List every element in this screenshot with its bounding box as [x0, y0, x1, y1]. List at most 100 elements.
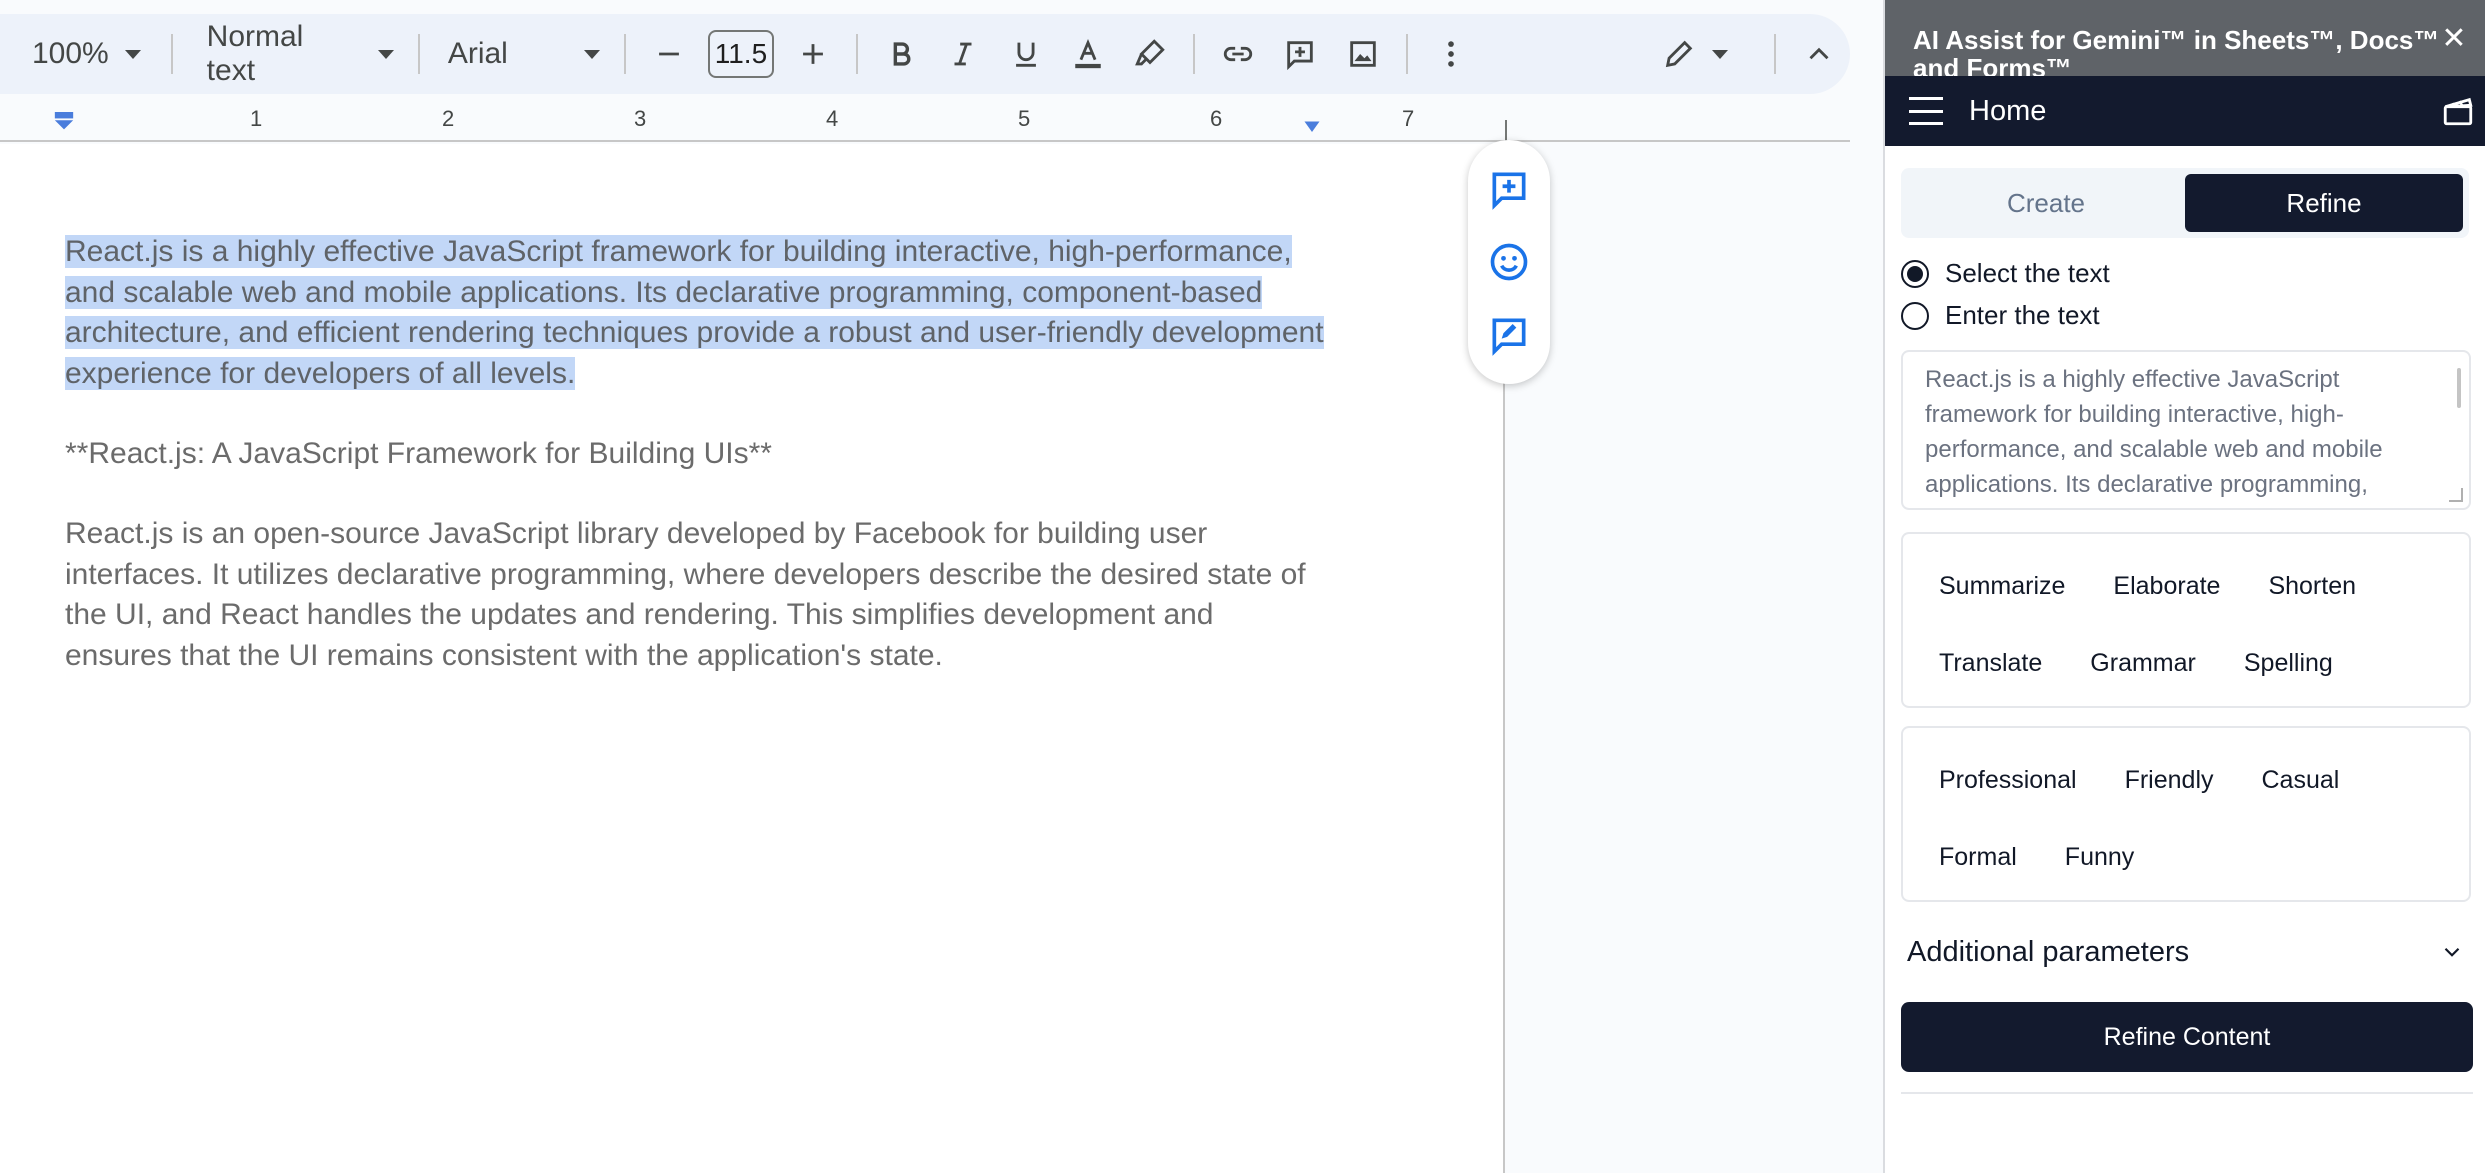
plus-icon — [803, 44, 823, 64]
toolbar-divider — [1405, 34, 1408, 74]
highlight-color-button[interactable] — [1123, 26, 1177, 82]
ruler-margin-end — [1505, 120, 1507, 142]
text-color-icon — [1075, 38, 1101, 69]
toolbar-divider — [856, 34, 859, 74]
right-indent-marker-icon[interactable] — [1300, 120, 1324, 138]
ruler-number: 2 — [442, 106, 455, 131]
add-comment-float-button[interactable] — [1481, 161, 1537, 217]
addon-side-panel: AI Assist for Gemini™ in Sheets™, Docs™ … — [1883, 0, 2485, 1173]
add-comment-icon — [1287, 41, 1314, 71]
radio-button-checked[interactable] — [1901, 259, 1929, 288]
italic-button[interactable] — [936, 26, 990, 82]
toolbar-divider — [170, 34, 173, 74]
formatting-toolbar: 100% Normal text Arial 11.5 — [0, 14, 1850, 94]
ruler-number: 4 — [826, 106, 839, 131]
paragraph-style-select[interactable]: Normal text — [207, 20, 394, 87]
screen: 100% Normal text Arial 11.5 1 2 3 4 5 6 … — [0, 0, 2485, 1173]
text-color-button[interactable] — [1061, 26, 1115, 82]
ruler-number: 7 — [1402, 106, 1415, 131]
tab-refine[interactable]: Refine — [2185, 174, 2463, 232]
action-elaborate[interactable]: Elaborate — [2095, 548, 2238, 625]
refine-content-button[interactable]: Refine Content — [1901, 1002, 2473, 1072]
zoom-select[interactable]: 100% — [32, 26, 141, 82]
editing-mode-select[interactable] — [1662, 26, 1728, 82]
addon-title-bar: AI Assist for Gemini™ in Sheets™, Docs™ … — [1885, 0, 2485, 76]
preview-text: React.js is a highly effective JavaScrip… — [1925, 366, 2383, 508]
tone-funny[interactable]: Funny — [2047, 819, 2152, 896]
selected-text-preview[interactable]: React.js is a highly effective JavaScrip… — [1901, 350, 2471, 510]
additional-parameters-label: Additional parameters — [1907, 935, 2190, 968]
additional-parameters-toggle[interactable]: Additional parameters — [1901, 922, 2471, 982]
chevron-down-icon — [124, 49, 141, 59]
close-icon[interactable]: ✕ — [2439, 24, 2469, 54]
insert-image-button[interactable] — [1336, 26, 1390, 82]
document-paragraph[interactable]: React.js is an open-source JavaScript li… — [65, 514, 1325, 676]
tab-create[interactable]: Create — [1907, 174, 2185, 232]
tone-options-card: Professional Friendly Casual Formal Funn… — [1901, 726, 2471, 902]
font-family-select[interactable]: Arial — [448, 26, 600, 82]
indent-marker-icon[interactable] — [52, 112, 76, 134]
action-grammar[interactable]: Grammar — [2072, 625, 2214, 702]
underline-button[interactable] — [999, 26, 1053, 82]
tone-friendly[interactable]: Friendly — [2107, 742, 2232, 819]
hide-menus-button[interactable] — [1792, 26, 1846, 82]
toolbar-divider — [1193, 34, 1196, 74]
chevron-down-icon — [377, 49, 394, 59]
chevron-up-icon — [1809, 47, 1829, 60]
more-vert-icon — [1447, 41, 1454, 67]
highlighter-icon — [1135, 39, 1165, 66]
tone-formal[interactable]: Formal — [1921, 819, 2035, 896]
chevron-down-icon — [1711, 49, 1728, 59]
add-comment-button[interactable] — [1273, 26, 1327, 82]
chevron-down-icon — [583, 49, 600, 59]
add-emoji-reaction-button[interactable] — [1481, 234, 1537, 290]
bold-icon — [893, 42, 911, 66]
scrollbar[interactable] — [2457, 368, 2461, 408]
font-family-value: Arial — [447, 37, 508, 70]
pencil-icon — [1665, 40, 1693, 68]
floating-action-bar — [1468, 140, 1550, 384]
document-area: 100% Normal text Arial 11.5 1 2 3 4 5 6 … — [0, 0, 1883, 1173]
suggest-edits-button[interactable] — [1481, 307, 1537, 363]
action-translate[interactable]: Translate — [1921, 625, 2060, 702]
insert-link-button[interactable] — [1211, 26, 1265, 82]
decrease-font-size-button[interactable] — [642, 26, 696, 82]
radio-label: Select the text — [1945, 258, 2110, 288]
ruler-number: 3 — [634, 106, 647, 131]
link-icon — [1224, 46, 1253, 62]
suggest-edit-icon — [1492, 318, 1526, 357]
ruler-number: 1 — [250, 106, 263, 131]
tone-casual[interactable]: Casual — [2244, 742, 2358, 819]
radio-select-text[interactable]: Select the text — [1901, 258, 2110, 289]
addon-title: AI Assist for Gemini™ in Sheets™, Docs™ … — [1913, 25, 2440, 76]
ruler-number: 5 — [1018, 106, 1031, 131]
panel-header: Home — [1885, 76, 2485, 146]
action-shorten[interactable]: Shorten — [2250, 548, 2374, 625]
selected-text: React.js is a highly effective JavaScrip… — [65, 235, 1324, 390]
document-page[interactable]: React.js is a highly effective JavaScrip… — [0, 144, 1505, 1173]
zoom-value: 100% — [32, 37, 109, 70]
bold-button[interactable] — [874, 26, 928, 82]
add-comment-icon — [1492, 172, 1526, 210]
resize-handle-icon[interactable] — [2449, 488, 2463, 502]
minus-icon — [658, 52, 679, 56]
radio-label: Enter the text — [1945, 300, 2100, 330]
action-spelling[interactable]: Spelling — [2226, 625, 2351, 702]
action-summarize[interactable]: Summarize — [1921, 548, 2083, 625]
increase-font-size-button[interactable] — [786, 26, 840, 82]
divider — [1901, 1092, 2473, 1094]
menu-icon[interactable] — [1909, 97, 1943, 125]
italic-icon — [954, 42, 972, 66]
radio-enter-text[interactable]: Enter the text — [1901, 300, 2100, 331]
document-paragraph-heading[interactable]: **React.js: A JavaScript Framework for B… — [65, 434, 1325, 475]
radio-button[interactable] — [1901, 301, 1929, 330]
font-size-input[interactable]: 11.5 — [707, 30, 774, 78]
document-paragraph-selected[interactable]: React.js is a highly effective JavaScrip… — [65, 232, 1325, 394]
clapperboard-icon[interactable] — [2441, 94, 2475, 128]
refine-actions-card: Summarize Elaborate Shorten Translate Gr… — [1901, 532, 2471, 708]
toolbar-divider — [417, 34, 420, 74]
ruler[interactable]: 1 2 3 4 5 6 7 — [0, 106, 1850, 142]
toolbar-divider — [1773, 34, 1776, 74]
more-options-button[interactable] — [1424, 26, 1478, 82]
tone-professional[interactable]: Professional — [1921, 742, 2095, 819]
